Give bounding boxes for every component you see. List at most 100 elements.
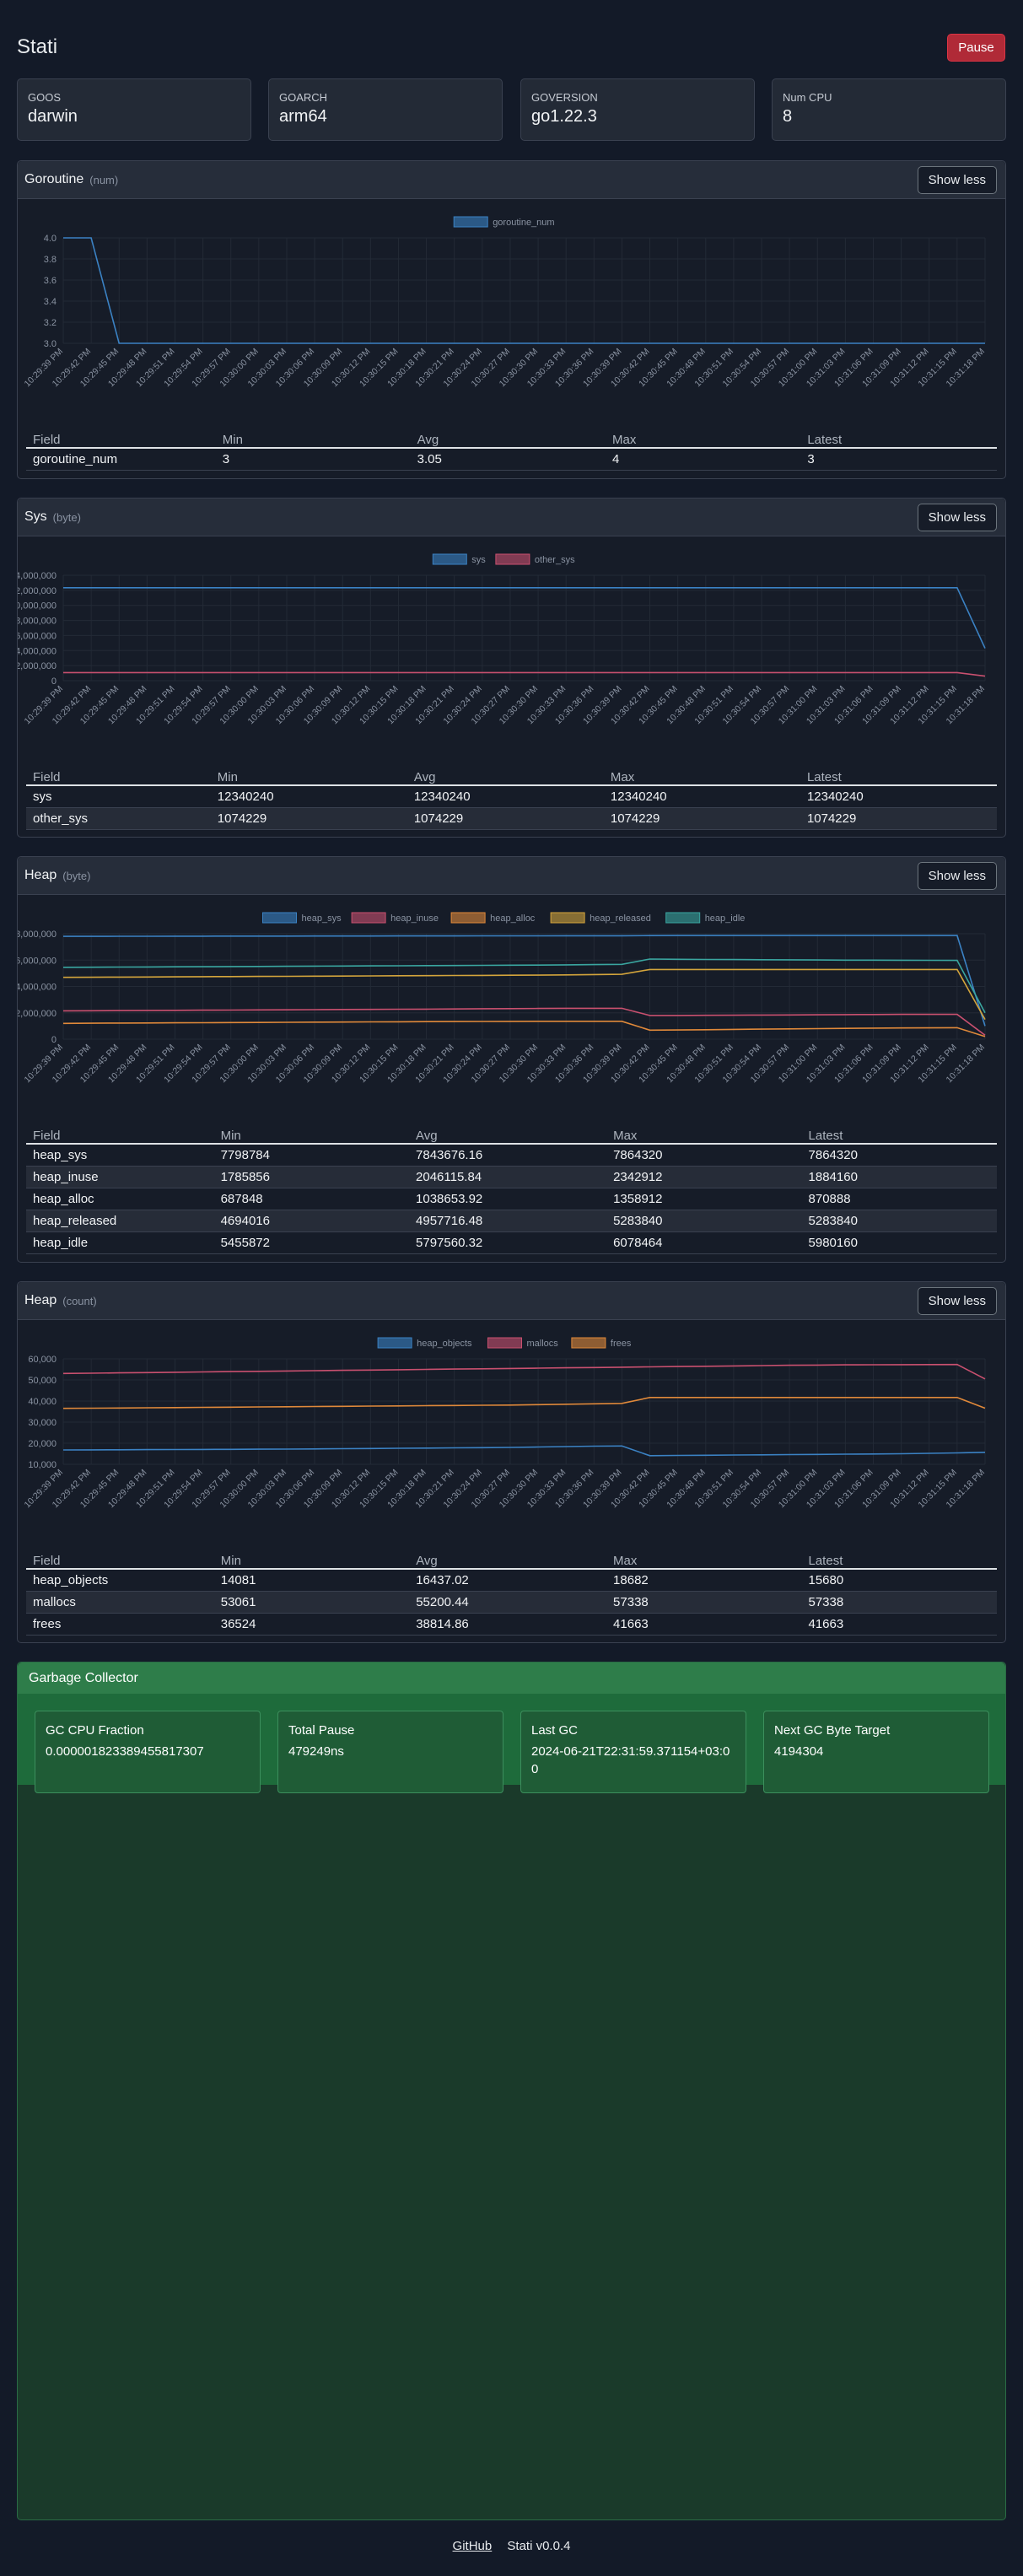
panel-header: Goroutine (num) Show less — [18, 161, 1005, 199]
gc-card-next-target: Next GC Byte Target 4194304 — [763, 1711, 989, 1793]
value-cell: 1785856 — [213, 1166, 410, 1188]
column-header: Field — [26, 1124, 214, 1145]
value-cell: 7798784 — [213, 1144, 410, 1167]
table-header-row: FieldMinAvgMaxLatest — [26, 1549, 997, 1570]
show-less-button[interactable]: Show less — [917, 1286, 997, 1315]
info-card-goarch: GOARCH arm64 — [268, 78, 503, 141]
stats-table: Field Min Avg Max Latest sys 12340240 12340240 1… — [26, 765, 997, 830]
y-tick-label: 14,000,000 — [18, 571, 57, 581]
table-row: goroutine_num 3 3.05 4 3 — [26, 448, 997, 471]
field-name-cell: goroutine_num — [26, 448, 216, 471]
info-label: GOVERSION — [531, 91, 598, 104]
table-row: frees 36524 38814.86 41663 41663 — [26, 1613, 997, 1636]
value-cell: 1358912 — [606, 1188, 802, 1210]
series-line-goroutine-num — [63, 237, 985, 344]
value-cell: 5283840 — [606, 1210, 802, 1232]
value-cell: 1038653.92 — [409, 1188, 607, 1210]
legend-label: other_sys — [535, 555, 575, 565]
legend-label: heap_inuse — [390, 913, 439, 924]
gc-section-title: Garbage Collector — [18, 1663, 1005, 1694]
stats-table: Field Min Avg Max Latest heap_sys 7798784 78436… — [26, 1124, 997, 1254]
info-label: GOOS — [28, 91, 62, 104]
value-cell: 3 — [215, 448, 411, 471]
show-less-button[interactable]: Show less — [917, 165, 997, 194]
legend-swatch — [665, 912, 701, 924]
table-row: heap_sys 7798784 7843676.16 7864320 7864320 — [26, 1144, 997, 1167]
panel-title: Heap — [24, 868, 57, 882]
panel-title: Sys — [24, 509, 47, 524]
show-less-button[interactable]: Show less — [917, 503, 997, 531]
legend-item[interactable]: other_sys — [495, 553, 575, 565]
column-header: Max — [606, 1124, 802, 1145]
y-tick-label: 3.2 — [44, 318, 57, 328]
legend-item[interactable]: heap_inuse — [351, 912, 439, 924]
show-less-button[interactable]: Show less — [917, 861, 997, 890]
legend-item[interactable]: heap_objects — [377, 1337, 472, 1349]
y-tick-label: 10,000,000 — [18, 601, 57, 612]
y-tick-label: 60,000 — [28, 1355, 57, 1365]
legend-item[interactable]: goroutine_num — [453, 216, 555, 228]
legend-item[interactable]: heap_sys — [262, 912, 342, 924]
info-card-goos: GOOS darwin — [17, 78, 251, 141]
legend-label: heap_sys — [302, 913, 342, 924]
field-name-cell: heap_idle — [26, 1231, 214, 1254]
series-line-sys — [63, 586, 986, 649]
value-cell: 4 — [606, 448, 801, 471]
y-tick-label: 6,000,000 — [18, 631, 57, 641]
info-label: Num CPU — [783, 91, 832, 104]
legend-item[interactable]: mallocs — [487, 1337, 559, 1349]
info-card-numcpu: Num CPU 8 — [772, 78, 1006, 141]
field-name-cell: mallocs — [26, 1591, 214, 1614]
gc-stats-row: GC CPU Fraction 0.000001823389455817307 … — [18, 1694, 1005, 1793]
legend-label: sys — [471, 555, 486, 565]
value-cell: 687848 — [213, 1188, 410, 1210]
panel-sys: Sys (byte) Show less sys other_sys 0 2,000,000… — [17, 498, 1006, 838]
stats-table: Field Min Avg Max Latest heap_objects 14081 164… — [26, 1549, 997, 1636]
value-cell: 12340240 — [603, 785, 800, 808]
series-line-other-sys — [63, 671, 986, 677]
legend-swatch — [571, 1337, 606, 1349]
y-tick-label: 20,000 — [28, 1439, 57, 1449]
gc-card-value: 479249ns — [288, 1744, 344, 1759]
pause-button[interactable]: Pause — [947, 34, 1005, 62]
table-row: sys 12340240 12340240 12340240 12340240 — [26, 785, 997, 808]
legend-label: frees — [611, 1339, 632, 1349]
y-tick-label: 8,000,000 — [18, 617, 57, 627]
legend-item[interactable]: heap_released — [550, 912, 651, 924]
legend-item[interactable]: heap_alloc — [450, 912, 536, 924]
line-chart: goroutine_num3.03.23.43.63.84.010:29:39 … — [23, 216, 987, 389]
column-header: Min — [210, 765, 407, 786]
y-tick-label: 40,000 — [28, 1397, 57, 1407]
series-line-mallocs — [62, 1363, 986, 1380]
table-header-row: FieldMinAvgMaxLatest — [26, 765, 997, 786]
value-cell: 5980160 — [801, 1231, 997, 1254]
field-name-cell: sys — [26, 785, 211, 808]
column-header: Avg — [407, 765, 604, 786]
legend-item[interactable]: frees — [571, 1337, 632, 1349]
value-cell: 36524 — [213, 1613, 410, 1636]
line-chart: heap_sys heap_inuse heap_alloc heap_release… — [18, 912, 987, 1085]
legend-swatch — [487, 1337, 522, 1349]
legend-item[interactable]: sys — [432, 553, 486, 565]
value-cell: 870888 — [801, 1188, 997, 1210]
y-tick-label: 12,000,000 — [18, 586, 57, 596]
legend-swatch — [450, 912, 486, 924]
table-row: mallocs 53061 55200.44 57338 57338 — [26, 1591, 997, 1614]
panel-title: Heap — [24, 1293, 57, 1307]
legend-item[interactable]: heap_idle — [665, 912, 746, 924]
column-header: Max — [603, 765, 800, 786]
value-cell: 4957716.48 — [409, 1210, 607, 1232]
info-value: 8 — [783, 107, 793, 126]
y-tick-label: 3.8 — [44, 255, 57, 265]
github-link[interactable]: GitHub — [453, 2539, 493, 2553]
line-chart: heap_objects mallocs frees 10,000 20,000 30,0… — [23, 1337, 987, 1510]
column-header: Min — [215, 428, 411, 449]
value-cell: 7843676.16 — [409, 1144, 607, 1167]
info-value: arm64 — [279, 107, 327, 126]
table-header-row: FieldMinAvgMaxLatest — [26, 428, 997, 449]
legend-swatch — [495, 553, 530, 565]
value-cell: 7864320 — [606, 1144, 802, 1167]
value-cell: 41663 — [801, 1613, 997, 1636]
legend-label: heap_objects — [417, 1339, 472, 1349]
value-cell: 5455872 — [213, 1231, 410, 1254]
